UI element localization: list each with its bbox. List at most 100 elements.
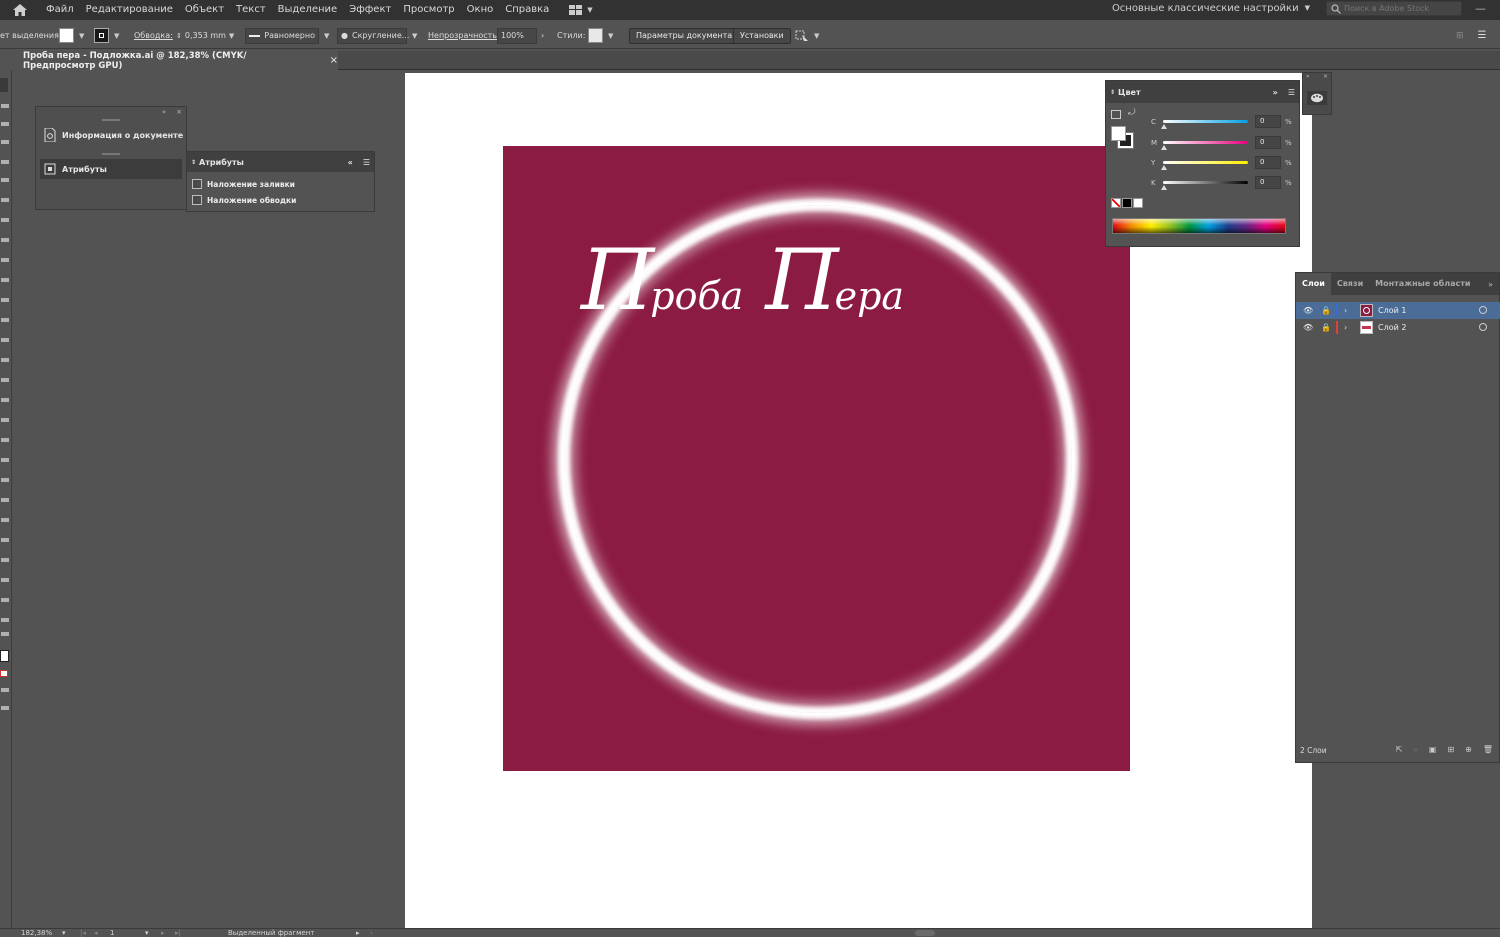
screen-mode-icon[interactable] [1,706,9,710]
locate-object-icon[interactable]: ⌕ [1413,745,1417,755]
black-value[interactable]: 0 [1255,176,1281,189]
menu-select[interactable]: Выделение [272,0,344,20]
black-slider[interactable]: K 0 % [1151,175,1296,195]
document-setup-button[interactable]: Параметры документа [629,27,740,44]
lock-icon[interactable]: 🔒 [1321,323,1331,332]
stroke-control[interactable]: ▼ [94,22,119,49]
styles-control[interactable]: ▼ [588,22,613,49]
yellow-track[interactable] [1163,161,1248,164]
stock-search-input[interactable] [1344,4,1454,13]
rotate-tool-icon[interactable] [1,318,9,322]
magenta-value[interactable]: 0 [1255,136,1281,149]
none-color-icon[interactable] [0,670,8,677]
layer-row[interactable]: 👁 🔒 › Слой 1 [1296,302,1500,319]
yellow-value[interactable]: 0 [1255,156,1281,169]
home-button[interactable] [0,0,40,20]
lasso-tool-icon[interactable] [1,140,9,144]
export-icon[interactable]: ⇱ [1396,745,1403,755]
free-transform-tool-icon[interactable] [1,378,9,382]
slider-thumb-icon[interactable] [1161,145,1167,150]
artboard-number[interactable]: 1 [110,929,114,937]
slice-tool-icon[interactable] [1,578,9,582]
target-icon[interactable] [1479,306,1487,314]
pen-tool-icon[interactable] [1,160,9,164]
white-swatch[interactable] [1133,198,1143,208]
magenta-slider[interactable]: M 0 % [1151,135,1296,155]
collapse-icon[interactable]: » [1273,88,1278,97]
isolation-control[interactable]: ▼ [795,22,819,49]
status-menu-icon[interactable]: ▸ [356,929,360,937]
stroke-label[interactable]: Обводка: [134,22,173,49]
color-guide-button[interactable] [1307,91,1327,105]
direct-selection-tool-icon[interactable] [1,104,9,108]
collapse-icon[interactable]: » [162,108,166,116]
document-tab[interactable]: Проба пера - Подложка.ai @ 182,38% (CMYK… [16,51,338,71]
next-artboard-icon[interactable]: ▸ [161,929,165,937]
width-tool-icon[interactable] [1,358,9,362]
lock-icon[interactable]: 🔒 [1321,306,1331,315]
close-icon[interactable]: × [176,108,182,116]
none-swatch-icon[interactable] [1111,198,1121,208]
cyan-track[interactable] [1163,120,1248,123]
artwork-title[interactable]: П роба П ера [581,238,926,322]
menu-file[interactable]: Файл [40,0,80,20]
brush-definition[interactable]: ● Скругление... ▼ [337,22,417,49]
expand-icon[interactable]: ⇕ [191,159,196,166]
opacity-value[interactable]: 100% [497,27,537,44]
artwork-background[interactable]: П роба П ера [503,146,1130,771]
expand-icon[interactable]: » [1306,73,1310,82]
target-icon[interactable] [1479,323,1487,331]
stock-search[interactable] [1326,1,1462,16]
tab-links[interactable]: Связи [1331,273,1369,295]
rectangle-tool-icon[interactable] [1,238,9,242]
menu-help[interactable]: Справка [499,0,555,20]
zoom-level[interactable]: 182,38% [21,929,52,937]
style-swatch[interactable] [588,28,603,43]
layer-name[interactable]: Слой 2 [1378,323,1406,332]
clipping-mask-icon[interactable]: ▣ [1429,745,1437,755]
draw-mode-icon[interactable] [1,688,9,692]
tab-artboards[interactable]: Монтажные области [1369,273,1476,295]
type-tool-icon[interactable] [1,198,9,202]
grip-icon[interactable] [102,153,120,155]
cyan-slider[interactable]: C 0 % [1151,114,1296,134]
workspace-switcher[interactable]: Основные классические настройки ▼ [1112,0,1310,17]
previous-artboard-icon[interactable]: ◂ [94,929,98,937]
black-track[interactable] [1163,181,1248,184]
last-artboard-icon[interactable]: ▸| [175,929,181,937]
layer-row[interactable]: 👁 🔒 › Слой 2 [1296,319,1500,336]
eyedropper-tool-icon[interactable] [1,478,9,482]
menu-edit[interactable]: Редактирование [80,0,179,20]
menu-window[interactable]: Окно [461,0,500,20]
fill-color-box[interactable] [1111,126,1126,141]
minimize-icon[interactable]: — [1475,0,1486,17]
eraser-tool-icon[interactable] [1,298,9,302]
close-icon[interactable]: × [330,55,338,66]
fill-control[interactable]: ▼ [59,22,84,49]
opacity-label[interactable]: Непрозрачность: [428,22,500,49]
fill-stroke-icon[interactable] [0,650,9,662]
stepper-icon[interactable]: ⇕ [176,32,182,40]
curvature-tool-icon[interactable] [1,178,9,182]
delete-icon[interactable]: 🗑 [1483,745,1493,755]
shape-builder-tool-icon[interactable] [1,398,9,402]
grip-icon[interactable] [102,119,120,121]
stroke-swatch[interactable] [94,28,109,43]
chevron-right-icon[interactable]: › [541,31,544,40]
eye-icon[interactable]: 👁 [1303,306,1313,315]
stroke-weight-value[interactable]: 0,353 mm [185,31,226,40]
new-sublayer-icon[interactable]: ⊞ [1447,745,1454,755]
opacity-field[interactable]: 100% › [497,22,544,49]
swap-icon[interactable]: ⤾ [1128,108,1136,118]
magic-wand-tool-icon[interactable] [1,122,9,126]
fill-swatch[interactable] [59,28,74,43]
menu-effect[interactable]: Эффект [343,0,397,20]
graph-tool-icon[interactable] [1,538,9,542]
yellow-slider[interactable]: Y 0 % [1151,155,1296,175]
cyan-value[interactable]: 0 [1255,115,1281,128]
slider-thumb-icon[interactable] [1161,185,1167,190]
panel-menu-icon[interactable]: ☰ [1288,88,1295,97]
first-artboard-icon[interactable]: |◂ [80,929,86,937]
black-swatch[interactable] [1122,198,1132,208]
dock-item-attributes[interactable]: Атрибуты [40,159,182,179]
